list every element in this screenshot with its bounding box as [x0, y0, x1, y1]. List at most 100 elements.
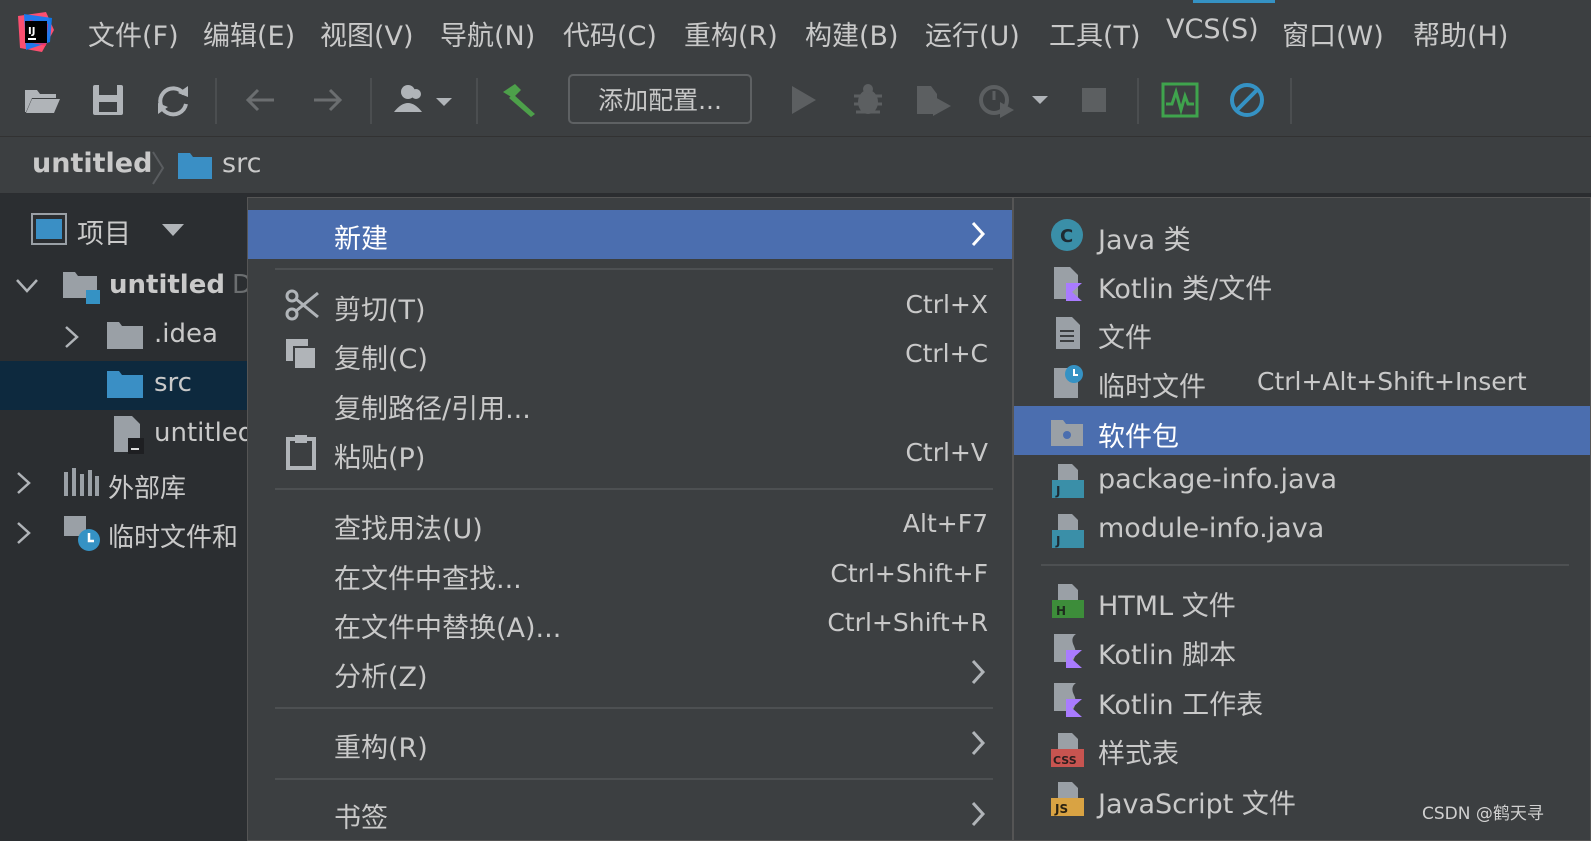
- shortcut-cut: Ctrl+X: [905, 290, 988, 319]
- add-configuration-button[interactable]: 添加配置...: [568, 74, 752, 124]
- coverage-icon[interactable]: [913, 80, 953, 120]
- shortcut-paste: Ctrl+V: [905, 438, 988, 467]
- menu-tools[interactable]: 工具(T): [1049, 14, 1141, 53]
- tree-item-untitled-project[interactable]: untitled: [109, 270, 225, 300]
- menu-item-copy-path[interactable]: 复制路径/引用...: [334, 387, 531, 426]
- new-submenu: C Java 类 Kotlin 类/文件 文件 临时文件 Ctrl+Alt+Sh…: [1013, 197, 1591, 841]
- profile-icon[interactable]: [976, 80, 1056, 120]
- svg-text:IJ: IJ: [28, 26, 35, 37]
- menu-item-bookmarks[interactable]: 书签: [334, 796, 388, 835]
- svg-text:C: C: [1060, 226, 1073, 247]
- submenu-item-html-file[interactable]: HTML 文件: [1098, 584, 1236, 623]
- submenu-item-kotlin-worksheet[interactable]: Kotlin 工作表: [1098, 683, 1263, 722]
- menu-separator: [275, 268, 993, 270]
- menu-item-replace-in-files[interactable]: 在文件中替换(A)...: [334, 606, 561, 645]
- svg-text:CSS: CSS: [1053, 754, 1077, 767]
- copy-icon: [286, 339, 317, 370]
- shortcut-find-usages: Alt+F7: [902, 509, 988, 538]
- scratch-file-icon: [1054, 365, 1083, 398]
- submenu-item-file[interactable]: 文件: [1098, 316, 1152, 355]
- chevron-down-icon[interactable]: [160, 222, 186, 238]
- menu-navigate[interactable]: 导航(N): [440, 14, 535, 53]
- svg-text:H: H: [1056, 604, 1066, 618]
- back-arrow-icon[interactable]: [240, 80, 280, 120]
- chevron-down-icon[interactable]: [14, 276, 40, 296]
- submenu-item-stylesheet[interactable]: 样式表: [1098, 732, 1179, 771]
- tree-item-src[interactable]: src: [154, 368, 192, 398]
- menu-item-paste[interactable]: 粘贴(P): [334, 436, 425, 475]
- source-folder-icon: [107, 371, 143, 398]
- menu-view[interactable]: 视图(V): [320, 14, 414, 53]
- menu-item-find-usages[interactable]: 查找用法(U): [334, 507, 483, 546]
- menu-item-new[interactable]: 新建: [334, 217, 388, 256]
- chevron-right-icon: [971, 730, 986, 756]
- menu-refactor[interactable]: 重构(R): [684, 14, 778, 53]
- menu-item-copy[interactable]: 复制(C): [334, 337, 428, 376]
- power-save-icon[interactable]: [1227, 80, 1267, 120]
- menu-accent-line: [1193, 0, 1275, 3]
- shortcut-find-in-files: Ctrl+Shift+F: [830, 559, 988, 588]
- tree-item-idea[interactable]: .idea: [154, 319, 218, 349]
- context-menu: 新建 剪切(T) Ctrl+X 复制(C) Ctrl+C 复制路径/引用... …: [247, 197, 1013, 841]
- save-icon[interactable]: [88, 80, 128, 120]
- run-icon[interactable]: [782, 80, 822, 120]
- menu-separator: [275, 488, 993, 490]
- submenu-item-java-class[interactable]: Java 类: [1098, 218, 1191, 257]
- menu-code[interactable]: 代码(C): [563, 14, 657, 53]
- stop-icon[interactable]: [1074, 80, 1114, 120]
- tree-item-scratches[interactable]: 临时文件和: [108, 517, 238, 554]
- toolbar-separator: [370, 78, 372, 124]
- menu-item-find-in-files[interactable]: 在文件中查找...: [334, 557, 522, 596]
- breadcrumb-project[interactable]: untitled: [32, 148, 152, 179]
- java-class-icon: C: [1051, 219, 1083, 251]
- watermark-text: CSDN @鹤天寻: [1422, 804, 1544, 824]
- toolbar-separator: [215, 78, 217, 124]
- menu-help[interactable]: 帮助(H): [1413, 14, 1508, 53]
- toolbar-separator: [476, 78, 478, 124]
- svg-text:JS: JS: [1054, 802, 1068, 816]
- menu-item-cut[interactable]: 剪切(T): [334, 288, 426, 327]
- menu-window[interactable]: 窗口(W): [1282, 14, 1384, 53]
- chevron-right-icon: [971, 659, 986, 685]
- kotlin-worksheet-icon: [1054, 683, 1082, 717]
- chevron-right-icon[interactable]: [62, 324, 80, 350]
- menu-vcs[interactable]: VCS(S): [1166, 14, 1259, 45]
- toolbar-separator: [1137, 78, 1139, 124]
- submenu-item-kotlin-file[interactable]: Kotlin 类/文件: [1098, 267, 1272, 306]
- shortcut-replace-in-files: Ctrl+Shift+R: [827, 608, 988, 637]
- chevron-right-icon: [971, 801, 986, 827]
- sync-icon[interactable]: [153, 80, 193, 120]
- submenu-item-module-info[interactable]: module-info.java: [1098, 513, 1324, 544]
- submenu-item-package[interactable]: 软件包: [1098, 415, 1179, 454]
- menu-edit[interactable]: 编辑(E): [203, 14, 295, 53]
- menu-file[interactable]: 文件(F): [88, 14, 179, 53]
- breadcrumb-folder[interactable]: src: [222, 148, 261, 179]
- user-icon[interactable]: [390, 80, 460, 120]
- project-panel-title[interactable]: 项目: [77, 212, 131, 251]
- open-folder-icon[interactable]: [22, 80, 62, 120]
- paste-icon: [286, 435, 316, 470]
- chevron-right-icon[interactable]: [14, 520, 32, 546]
- forward-arrow-icon[interactable]: [308, 80, 348, 120]
- monitor-icon[interactable]: [1160, 80, 1200, 120]
- debug-icon[interactable]: [848, 80, 888, 120]
- submenu-item-scratch-file[interactable]: 临时文件: [1098, 365, 1206, 404]
- scratches-icon: [64, 516, 100, 551]
- tree-item-external-libraries[interactable]: 外部库: [108, 468, 186, 505]
- menu-build[interactable]: 构建(B): [805, 14, 899, 53]
- submenu-item-javascript-file[interactable]: JavaScript 文件: [1098, 782, 1296, 821]
- shortcut-copy: Ctrl+C: [905, 339, 988, 368]
- menu-item-analyze[interactable]: 分析(Z): [334, 655, 428, 694]
- chevron-right-icon[interactable]: [14, 470, 32, 496]
- menu-run[interactable]: 运行(U): [925, 14, 1020, 53]
- submenu-item-kotlin-script[interactable]: Kotlin 脚本: [1098, 633, 1236, 672]
- menu-separator: [1041, 564, 1569, 566]
- submenu-item-package-info[interactable]: package-info.java: [1098, 464, 1337, 495]
- tree-item-untitled-iml[interactable]: untitled: [154, 418, 254, 448]
- menu-item-refactor[interactable]: 重构(R): [334, 726, 428, 765]
- project-view-icon: [31, 213, 67, 245]
- build-hammer-icon[interactable]: [499, 80, 539, 120]
- package-icon: [1051, 420, 1083, 446]
- css-file-icon: CSS: [1051, 733, 1084, 767]
- scissors-icon: [285, 289, 319, 321]
